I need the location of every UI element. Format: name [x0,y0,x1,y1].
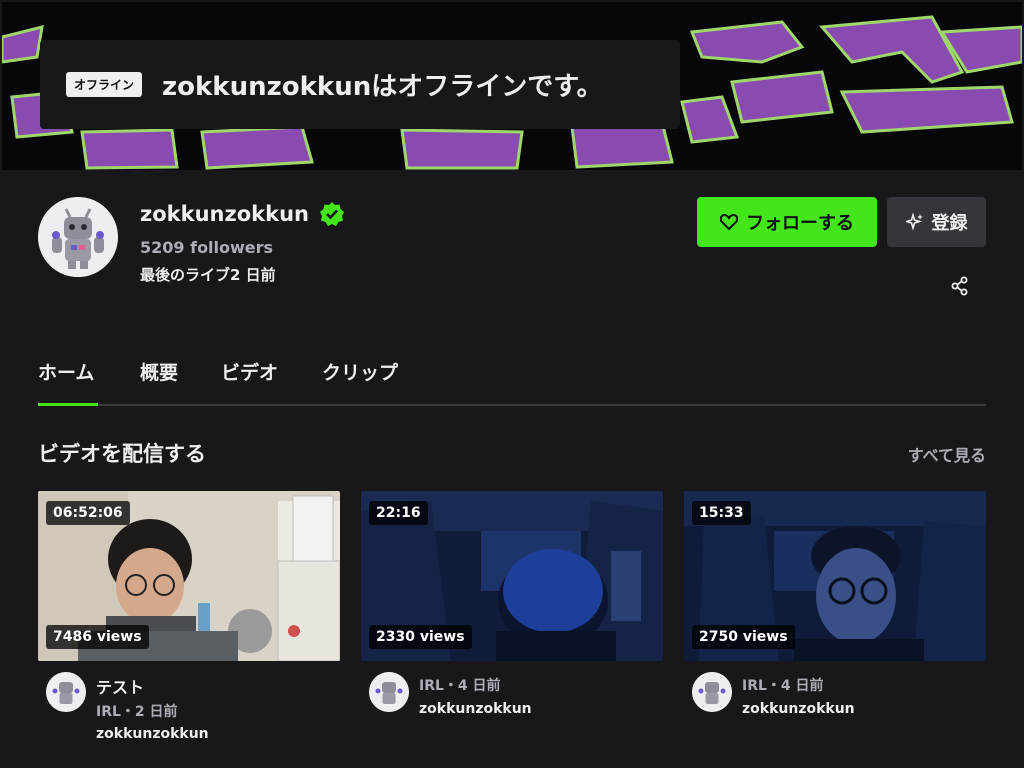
sparkle-icon [905,213,923,231]
subscribe-button[interactable]: 登録 [887,197,986,247]
uploader-avatar[interactable] [46,672,86,712]
follow-button[interactable]: フォローする [697,197,877,247]
robot-avatar-icon [369,672,409,712]
channel-banner: オフライン zokkunzokkunはオフラインです。 [2,2,1022,170]
video-title[interactable]: テスト [96,674,144,698]
tab-clips[interactable]: クリップ [322,358,398,385]
last-live-info: 最後のライブ2 日前 [140,266,276,284]
video-thumbnail[interactable]: 15:33 2750 views [684,491,986,661]
video-views: 2750 views [692,625,795,649]
video-card[interactable]: 22:16 2330 views IRL・4 日前 zokkunzokkun [361,491,663,717]
video-thumbnail[interactable]: 22:16 2330 views [361,491,663,661]
video-duration: 06:52:06 [46,501,130,525]
video-card[interactable]: 06:52:06 7486 views テスト IRL・2 日前 zokkunz… [38,491,340,742]
video-thumbnail[interactable]: 06:52:06 7486 views [38,491,340,661]
robot-avatar-icon [38,197,118,277]
active-tab-indicator [38,403,98,406]
robot-avatar-icon [692,672,732,712]
video-duration: 15:33 [692,501,751,525]
uploader-avatar[interactable] [692,672,732,712]
tab-home[interactable]: ホーム [38,358,94,385]
follower-count: 5209 followers [140,238,274,257]
uploader-avatar[interactable] [369,672,409,712]
video-duration: 22:16 [369,501,428,525]
offline-message: zokkunzokkunはオフラインです。 [162,72,603,102]
video-category-date: IRL・2 日前 [96,704,178,720]
video-uploader[interactable]: zokkunzokkun [742,701,855,717]
tab-about[interactable]: 概要 [140,358,178,385]
channel-name-row: zokkunzokkun [140,201,345,227]
robot-avatar-icon [46,672,86,712]
offline-notice: オフライン zokkunzokkunはオフラインです。 [40,40,680,129]
channel-avatar[interactable] [38,197,118,277]
subscribe-label: 登録 [931,213,968,234]
tab-clips-label: クリップ [322,362,399,384]
see-all-link[interactable]: すべて見る [908,442,986,466]
section-title: ビデオを配信する [38,442,206,466]
verified-badge-icon [319,202,344,226]
channel-name[interactable]: zokkunzokkun [140,202,309,226]
video-category-date: IRL・4 日前 [419,678,501,694]
video-card[interactable]: 15:33 2750 views IRL・4 日前 zokkunzokkun [684,491,986,717]
channel-tabs: ホーム 概要 ビデオ クリップ [38,350,986,406]
tab-about-label: 概要 [140,362,179,384]
video-uploader[interactable]: zokkunzokkun [419,701,532,717]
video-views: 7486 views [46,625,149,649]
tab-home-label: ホーム [38,362,95,384]
offline-badge: オフライン [66,72,143,97]
tab-videos[interactable]: ビデオ [221,358,278,385]
share-icon[interactable] [950,276,970,296]
follow-label: フォローする [746,213,854,234]
tab-videos-label: ビデオ [221,362,279,384]
heart-icon [720,214,738,230]
video-category-date: IRL・4 日前 [742,678,824,694]
video-views: 2330 views [369,625,472,649]
video-uploader[interactable]: zokkunzokkun [96,726,209,742]
